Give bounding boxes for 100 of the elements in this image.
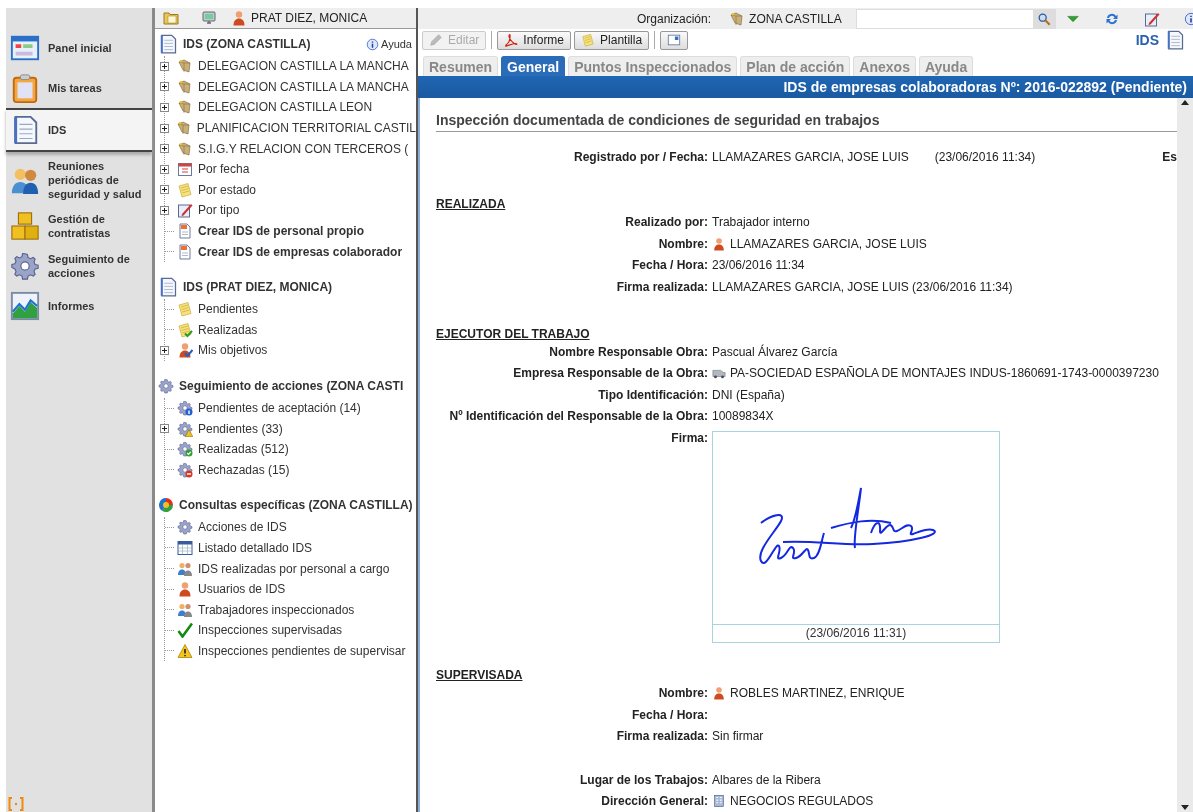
info-icon [1183,11,1193,26]
notepad-check-icon [177,321,193,338]
dashboard-icon [10,33,40,63]
toolbar-button[interactable]: Informe [497,30,572,50]
tree-item[interactable]: IDS realizadas por personal a cargo [198,561,390,576]
field-value: Pascual Álvarez García [712,344,838,359]
info-button[interactable] [1183,11,1193,26]
tree-item[interactable]: Acciones de IDS [198,520,287,535]
toolbar-button[interactable]: Plantilla [574,30,650,50]
tree-item[interactable]: Inspecciones supervisadas [198,623,343,638]
field-label: Empresa Responsable de la Obra: [512,366,709,380]
signature-date: (23/06/2016 11:31) [713,623,999,642]
field-label: Realizado por: [624,215,709,229]
gear-check-icon [177,441,193,458]
gear-info-icon [177,400,193,416]
tree-item[interactable]: Trabajadores inspeccionados [198,602,355,617]
tree-item[interactable]: PLANIFICACION TERRITORIAL CASTIL [196,121,416,136]
tree-item[interactable]: Pendientes [198,302,259,317]
expand-icon[interactable] [160,123,169,133]
field-value: Trabajador interno [712,215,810,229]
folder-icon [163,10,179,26]
section-title: IDS (ZONA CASTILLA) [183,37,311,51]
scroll-down-icon[interactable] [1180,802,1190,812]
expand-icon[interactable] [160,164,169,174]
help-link[interactable]: Ayuda [366,37,416,51]
tag-icon [177,58,193,75]
expand-icon[interactable] [160,144,169,154]
warning-icon [177,642,193,659]
edit-button[interactable] [1143,10,1160,27]
monitor-icon [201,10,217,26]
expand-icon[interactable] [160,424,169,434]
chart-icon [10,291,40,321]
field-value: LLAMAZARES GARCIA, JOSE LUIS (23/06/2016 11:34) [712,279,1013,294]
tree-item[interactable]: Por tipo [198,203,240,218]
tag-icon [177,99,193,116]
field-value: NEGOCIOS REGULADOS [730,794,874,808]
expand-icon[interactable] [160,61,169,71]
search-button[interactable] [1032,9,1055,28]
bracket-logo-icon [8,796,24,812]
nav-item[interactable]: Seguimiento de acciones [6,246,152,286]
field-label: Fecha / Hora: [630,707,709,722]
field-label: Nombre Responsable Obra: [548,344,709,359]
notepad-icon [581,33,596,47]
gear-stop-icon [177,461,193,478]
tree-item[interactable]: DELEGACION CASTILLA LEON [198,100,373,115]
tree-item[interactable]: Por fecha [198,162,250,177]
tab[interactable]: General [501,56,566,76]
field-value: LLAMAZARES GARCIA, JOSE LUIS [712,150,909,164]
clipboard-icon [10,73,40,103]
field-label: Firma realizada: [615,279,709,294]
section-heading: REALIZADA [436,197,506,212]
field-label: Es [1162,150,1177,164]
tree-item[interactable]: Realizadas (512) [198,442,289,457]
tree-item[interactable]: Pendientes de aceptación (14) [198,401,361,415]
boxes-icon [10,211,40,241]
expand-icon[interactable] [160,205,169,215]
tag-icon [177,78,193,95]
nav-item[interactable]: Gestión de contratistas [6,206,152,246]
tree-item[interactable]: Mis objetivos [198,343,268,358]
ball-icon [158,497,174,514]
tree-item[interactable]: DELEGACION CASTILLA LA MANCHA [198,59,409,74]
nav-item[interactable]: IDS [6,108,152,152]
tree-item[interactable]: S.I.G.Y RELACION CON TERCEROS ( [198,141,409,156]
expand-icon[interactable] [160,345,169,355]
notepad-icon [177,181,193,198]
tree-item[interactable]: DELEGACION CASTILLA LA MANCHA [198,79,409,94]
tree-item[interactable]: Inspecciones pendientes de supervisar [198,643,406,658]
person-icon [231,10,247,26]
tag-icon [729,10,746,27]
tree-item[interactable]: Por estado [198,182,257,197]
field-label: Fecha / Hora: [630,258,709,272]
nav-item[interactable]: Reuniones periódicas de seguridad y salud [6,154,152,206]
image-icon [667,33,682,47]
field-label: Firma realizada: [615,729,709,743]
tree-item[interactable]: Listado detallado IDS [198,541,313,555]
gear-warning-icon [177,420,193,437]
expand-icon[interactable] [160,82,169,92]
form-heading: Inspección documentada de condiciones de seguridad en trabajos [436,112,1177,132]
field-label: Lugar de los Trabajos: [578,772,709,787]
tree-item[interactable]: Usuarios de IDS [198,582,286,597]
tree-item[interactable]: Crear IDS de personal propio [198,224,365,239]
field-value: ROBLES MARTINEZ, ENRIQUE [730,686,905,700]
title-banner: IDS de empresas colaboradoras Nº: 2016-022892 (Pendiente) [418,76,1193,98]
pdf-icon [504,33,519,47]
scrollbar[interactable] [1177,98,1193,812]
field-label: Nº Identificación del Responsable de la Obra: [448,409,709,423]
section-title: Consultas específicas (ZONA CASTILLA) [179,498,413,513]
organization-value: ZONA CASTILLA [749,11,842,26]
nav-item[interactable]: Panel inicial [6,28,152,68]
tree-item[interactable]: Rechazadas (15) [198,462,290,477]
tree-item[interactable]: Pendientes (33) [198,421,283,436]
field-label: Registrado por / Fecha: [572,150,709,164]
tree-item[interactable]: Realizadas [198,322,258,337]
tree-item[interactable]: Crear IDS de empresas colaborador [198,244,403,259]
expand-icon[interactable] [160,185,169,195]
expand-icon[interactable] [160,103,169,112]
search-field[interactable] [855,8,1056,29]
nav-item[interactable]: Informes [6,286,152,326]
nav-item[interactable]: Mis tareas [6,68,152,108]
image-button[interactable] [660,30,689,50]
